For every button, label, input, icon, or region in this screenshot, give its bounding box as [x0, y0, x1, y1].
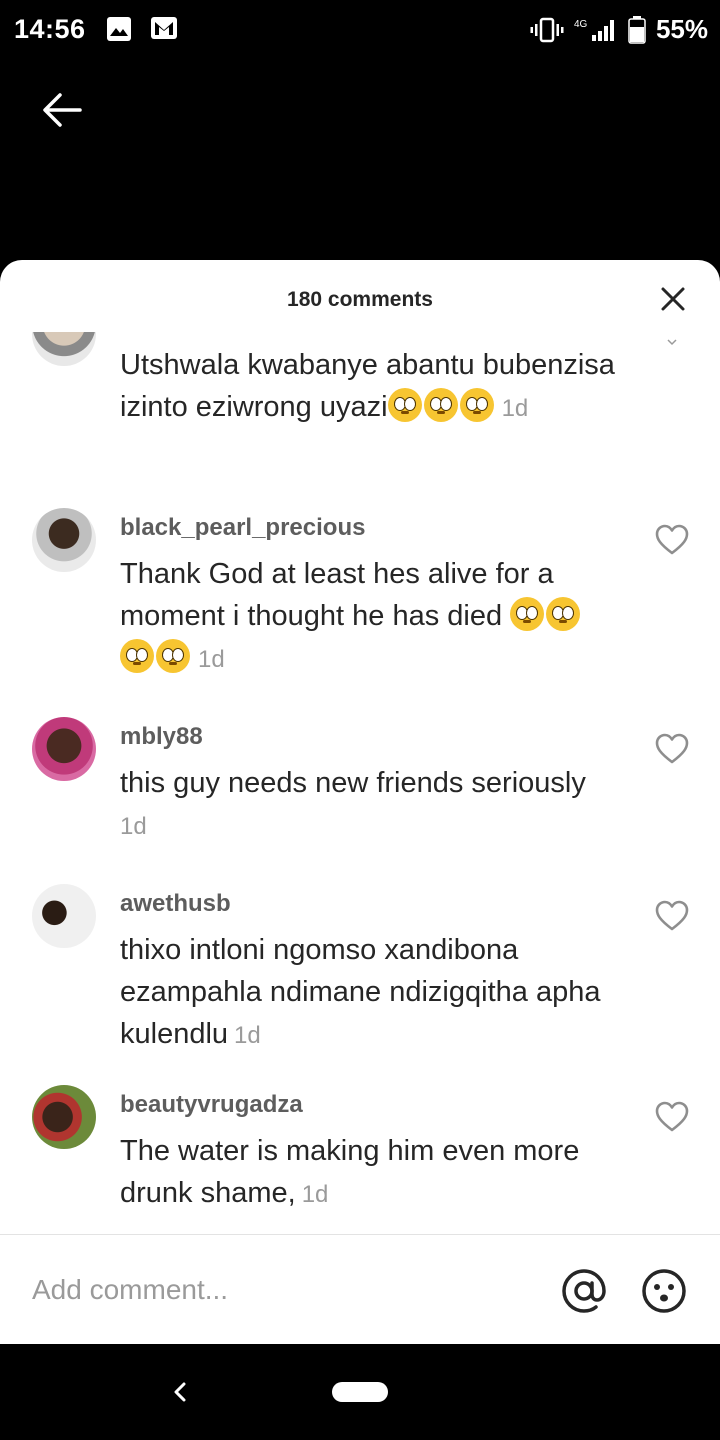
heart-outline-icon[interactable] [654, 522, 690, 558]
heart-outline-icon[interactable] [654, 731, 690, 767]
close-icon[interactable] [658, 284, 688, 314]
battery-icon [628, 15, 646, 44]
comment-item: awethusb thixo intloni ngomso xandibona … [0, 884, 720, 1094]
avatar[interactable] [32, 884, 96, 948]
heart-outline-icon[interactable] [654, 898, 690, 934]
pleading-face-emoji [156, 639, 190, 673]
comments-sheet: 180 comments Utshwala kwabanye abantu bu… [0, 260, 720, 1344]
pleading-face-emoji [546, 597, 581, 631]
avatar[interactable] [32, 717, 96, 781]
battery-percentage: 55% [655, 14, 708, 44]
comment-item: black_pearl_precious Thank God at least … [0, 508, 720, 718]
avatar[interactable] [32, 508, 96, 572]
comment-time: 1d [198, 646, 225, 673]
smiley-icon[interactable] [640, 1267, 688, 1315]
comments-list[interactable]: Utshwala kwabanye abantu bubenzisa izint… [0, 332, 720, 1234]
comment-username[interactable]: black_pearl_precious [120, 514, 365, 542]
gallery-notification-icon [107, 17, 131, 41]
sheet-title: 180 comments [287, 288, 433, 311]
pleading-face-emoji [423, 388, 458, 422]
comment-item: beautyvrugadza The water is making him e… [0, 1085, 720, 1234]
pleading-face-emoji [120, 639, 154, 673]
nav-home-pill[interactable] [332, 1382, 388, 1402]
comment-text: this guy needs new friends seriously 1d [120, 762, 640, 848]
pleading-face-emoji [459, 388, 494, 422]
comment-item: mbly88 this guy needs new friends seriou… [0, 717, 720, 887]
comment-username[interactable]: beautyvrugadza [120, 1091, 303, 1119]
comment-time: 1d [301, 1181, 329, 1208]
network-type-label: 4G [574, 19, 588, 30]
avatar[interactable] [32, 332, 96, 366]
comment-text: The water is making him even more drunk … [120, 1130, 640, 1216]
comment-item: Utshwala kwabanye abantu bubenzisa izint… [0, 332, 720, 482]
comment-time: 1d [501, 395, 529, 422]
heart-outline-icon[interactable] [654, 1099, 690, 1135]
comment-text: thixo intloni ngomso xandibona ezampahla… [120, 929, 640, 1057]
signal-4g-icon: 4G [574, 19, 614, 41]
comment-time: 1d [120, 813, 147, 840]
vibrate-icon [530, 17, 564, 42]
comment-username[interactable]: mbly88 [120, 723, 203, 751]
pleading-face-emoji [510, 597, 545, 631]
comment-username[interactable]: awethusb [120, 890, 231, 918]
comment-text-content: Thank God at least hes alive for a momen… [120, 558, 554, 632]
comment-input-bar [0, 1234, 720, 1344]
avatar[interactable] [32, 1085, 96, 1149]
collapse-indicator-icon [667, 339, 677, 346]
comment-text-content: Utshwala kwabanye abantu bubenzisa izint… [120, 349, 615, 423]
comment-text: Thank God at least hes alive for a momen… [120, 553, 640, 681]
pleading-face-emoji [387, 388, 422, 422]
comment-text-content: thixo intloni ngomso xandibona ezampahla… [120, 934, 601, 1050]
gmail-notification-icon [151, 17, 177, 39]
comment-text: Utshwala kwabanye abantu bubenzisa izint… [120, 344, 640, 430]
back-arrow-icon[interactable] [36, 84, 88, 136]
system-nav-bar [0, 1344, 720, 1440]
comment-time: 1d [234, 1022, 261, 1049]
status-time: 14:56 [14, 14, 86, 44]
status-right-group: 4G 55% [530, 14, 708, 45]
comment-input[interactable] [32, 1265, 512, 1315]
status-bar: 14:56 4G 55% [0, 0, 720, 62]
comment-text-content: The water is making him even more drunk … [120, 1135, 580, 1209]
nav-back-icon[interactable] [166, 1376, 194, 1408]
at-sign-icon[interactable] [560, 1267, 608, 1315]
comment-text-content: this guy needs new friends seriously [120, 767, 586, 799]
